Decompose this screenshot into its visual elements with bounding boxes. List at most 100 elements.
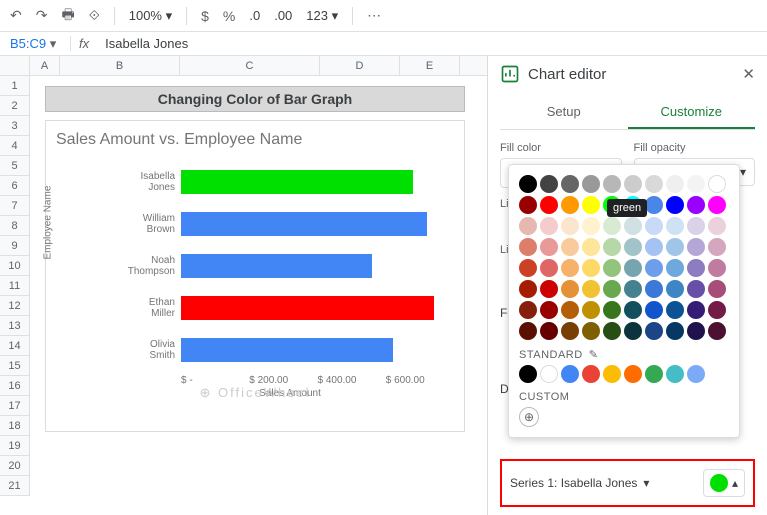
row-header[interactable]: 2 (0, 96, 30, 116)
color-swatch[interactable] (603, 217, 621, 235)
color-swatch[interactable] (561, 259, 579, 277)
embedded-chart[interactable]: Changing Color of Bar Graph Sales Amount… (45, 86, 465, 432)
row-header[interactable]: 4 (0, 136, 30, 156)
color-swatch[interactable] (561, 217, 579, 235)
row-header[interactable]: 14 (0, 336, 30, 356)
color-swatch[interactable] (708, 238, 726, 256)
color-swatch[interactable] (687, 322, 705, 340)
color-swatch[interactable] (666, 217, 684, 235)
color-swatch[interactable] (540, 301, 558, 319)
color-swatch[interactable] (687, 259, 705, 277)
row-header[interactable]: 19 (0, 436, 30, 456)
color-swatch[interactable] (540, 322, 558, 340)
row-header[interactable]: 7 (0, 196, 30, 216)
color-swatch[interactable] (708, 175, 726, 193)
color-swatch[interactable] (561, 301, 579, 319)
color-swatch[interactable] (687, 280, 705, 298)
standard-color-swatch[interactable] (666, 365, 684, 383)
color-swatch[interactable] (645, 175, 663, 193)
color-swatch[interactable] (540, 238, 558, 256)
currency-icon[interactable]: $ (201, 8, 209, 24)
color-swatch[interactable] (624, 280, 642, 298)
color-swatch[interactable] (645, 322, 663, 340)
paint-icon[interactable]: ⟐ (89, 7, 100, 24)
color-swatch[interactable] (666, 322, 684, 340)
color-swatch[interactable] (645, 301, 663, 319)
bar[interactable] (181, 296, 434, 320)
color-swatch[interactable] (708, 259, 726, 277)
row-header[interactable]: 16 (0, 376, 30, 396)
col-header[interactable]: A (30, 56, 60, 75)
color-swatch[interactable] (561, 280, 579, 298)
bar[interactable] (181, 212, 427, 236)
col-header[interactable]: B (60, 56, 180, 75)
standard-color-swatch[interactable] (687, 365, 705, 383)
color-swatch[interactable] (666, 175, 684, 193)
add-custom-color[interactable]: ⊕ (519, 407, 539, 427)
color-swatch[interactable] (519, 259, 537, 277)
row-header[interactable]: 11 (0, 276, 30, 296)
color-swatch[interactable] (666, 238, 684, 256)
color-swatch[interactable] (582, 259, 600, 277)
row-header[interactable]: 13 (0, 316, 30, 336)
color-swatch[interactable] (561, 175, 579, 193)
color-swatch[interactable] (561, 322, 579, 340)
standard-color-swatch[interactable] (540, 365, 558, 383)
standard-color-swatch[interactable] (603, 365, 621, 383)
color-swatch[interactable] (624, 217, 642, 235)
color-swatch[interactable] (540, 280, 558, 298)
color-swatch[interactable] (519, 217, 537, 235)
color-swatch[interactable] (687, 196, 705, 214)
row-header[interactable]: 5 (0, 156, 30, 176)
color-swatch[interactable] (582, 196, 600, 214)
color-swatch[interactable] (708, 196, 726, 214)
color-swatch[interactable] (582, 301, 600, 319)
color-swatch[interactable] (582, 280, 600, 298)
color-swatch[interactable] (582, 217, 600, 235)
redo-icon[interactable]: ↷ (36, 7, 48, 24)
col-header[interactable]: C (180, 56, 320, 75)
color-swatch[interactable] (708, 322, 726, 340)
color-swatch[interactable] (624, 301, 642, 319)
color-swatch[interactable] (603, 301, 621, 319)
color-swatch[interactable] (582, 322, 600, 340)
bar[interactable] (181, 338, 393, 362)
color-swatch[interactable] (603, 259, 621, 277)
color-swatch[interactable] (519, 322, 537, 340)
color-swatch[interactable] (519, 175, 537, 193)
formula-input[interactable]: Isabella Jones (97, 36, 196, 51)
color-swatch[interactable] (645, 217, 663, 235)
standard-color-swatch[interactable] (582, 365, 600, 383)
row-header[interactable]: 21 (0, 476, 30, 496)
color-swatch[interactable] (645, 238, 663, 256)
more-icon[interactable]: ⋯ (367, 7, 381, 24)
row-header[interactable]: 8 (0, 216, 30, 236)
color-swatch[interactable] (519, 196, 537, 214)
dec-increase[interactable]: .00 (274, 8, 292, 23)
dec-decrease[interactable]: .0 (249, 8, 260, 23)
name-box[interactable]: B5:C9 ▾ (0, 36, 70, 52)
bar[interactable] (181, 254, 372, 278)
row-header[interactable]: 3 (0, 116, 30, 136)
color-swatch[interactable] (666, 196, 684, 214)
row-header[interactable]: 18 (0, 416, 30, 436)
col-header[interactable]: D (320, 56, 400, 75)
color-swatch[interactable] (540, 175, 558, 193)
series-color-button[interactable]: ▴ (703, 469, 745, 497)
color-swatch[interactable] (582, 175, 600, 193)
color-swatch[interactable] (540, 196, 558, 214)
color-swatch[interactable] (687, 238, 705, 256)
standard-color-swatch[interactable] (624, 365, 642, 383)
zoom-dropdown[interactable]: 100% ▾ (129, 8, 172, 24)
color-swatch[interactable] (603, 175, 621, 193)
color-swatch[interactable] (708, 217, 726, 235)
color-swatch[interactable] (561, 238, 579, 256)
standard-color-swatch[interactable] (561, 365, 579, 383)
color-swatch[interactable] (561, 196, 579, 214)
row-header[interactable]: 6 (0, 176, 30, 196)
eyedropper-icon[interactable]: ✎ (589, 348, 599, 361)
color-swatch[interactable] (645, 196, 663, 214)
color-swatch[interactable] (519, 301, 537, 319)
color-swatch[interactable] (645, 259, 663, 277)
row-header[interactable]: 1 (0, 76, 30, 96)
